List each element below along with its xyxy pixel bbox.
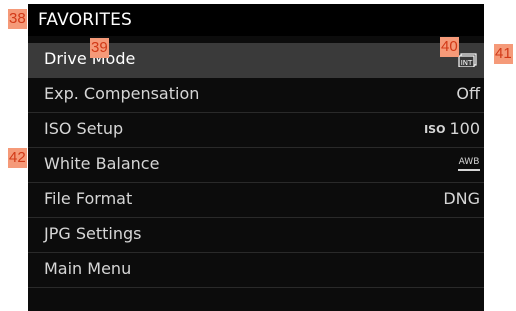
menu-item-value: Off	[456, 84, 480, 103]
awb-icon: AWB	[458, 157, 480, 171]
iso-prefix: ISO	[424, 123, 446, 136]
menu-item-label: White Balance	[44, 154, 160, 173]
callout-label: 41	[494, 44, 513, 64]
menu-item-label: Exp. Compensation	[44, 84, 200, 103]
menu-item-label: ISO Setup	[44, 119, 124, 138]
menu-item-file-format[interactable]: File Format DNG	[28, 183, 484, 218]
drive-mode-interval-icon: INT	[458, 53, 477, 67]
menu-item-label: File Format	[44, 189, 133, 208]
menu-item-value: DNG	[443, 189, 480, 208]
svg-text:INT: INT	[461, 59, 473, 67]
menu-item-iso-setup[interactable]: ISO Setup ISO 100	[28, 113, 484, 148]
menu-item-jpg-settings[interactable]: JPG Settings	[28, 218, 484, 253]
page-title: FAVORITES	[38, 10, 133, 30]
callout-label: 39	[90, 38, 109, 58]
callout-label: 38	[8, 9, 27, 29]
menu-item-main-menu[interactable]: Main Menu	[28, 253, 484, 288]
iso-value: ISO 100	[424, 119, 480, 138]
menu-item-label: JPG Settings	[44, 224, 142, 243]
callout-label: 42	[8, 148, 27, 168]
callout-label: 40	[440, 37, 459, 57]
title-bar: FAVORITES	[28, 4, 484, 36]
menu-item-label: Main Menu	[44, 259, 132, 278]
favorites-menu: Drive Mode INT Exp. Compensation Off ISO…	[28, 43, 484, 288]
iso-number: 100	[449, 119, 480, 138]
menu-item-white-balance[interactable]: White Balance AWB	[28, 148, 484, 183]
menu-item-exp-compensation[interactable]: Exp. Compensation Off	[28, 78, 484, 113]
